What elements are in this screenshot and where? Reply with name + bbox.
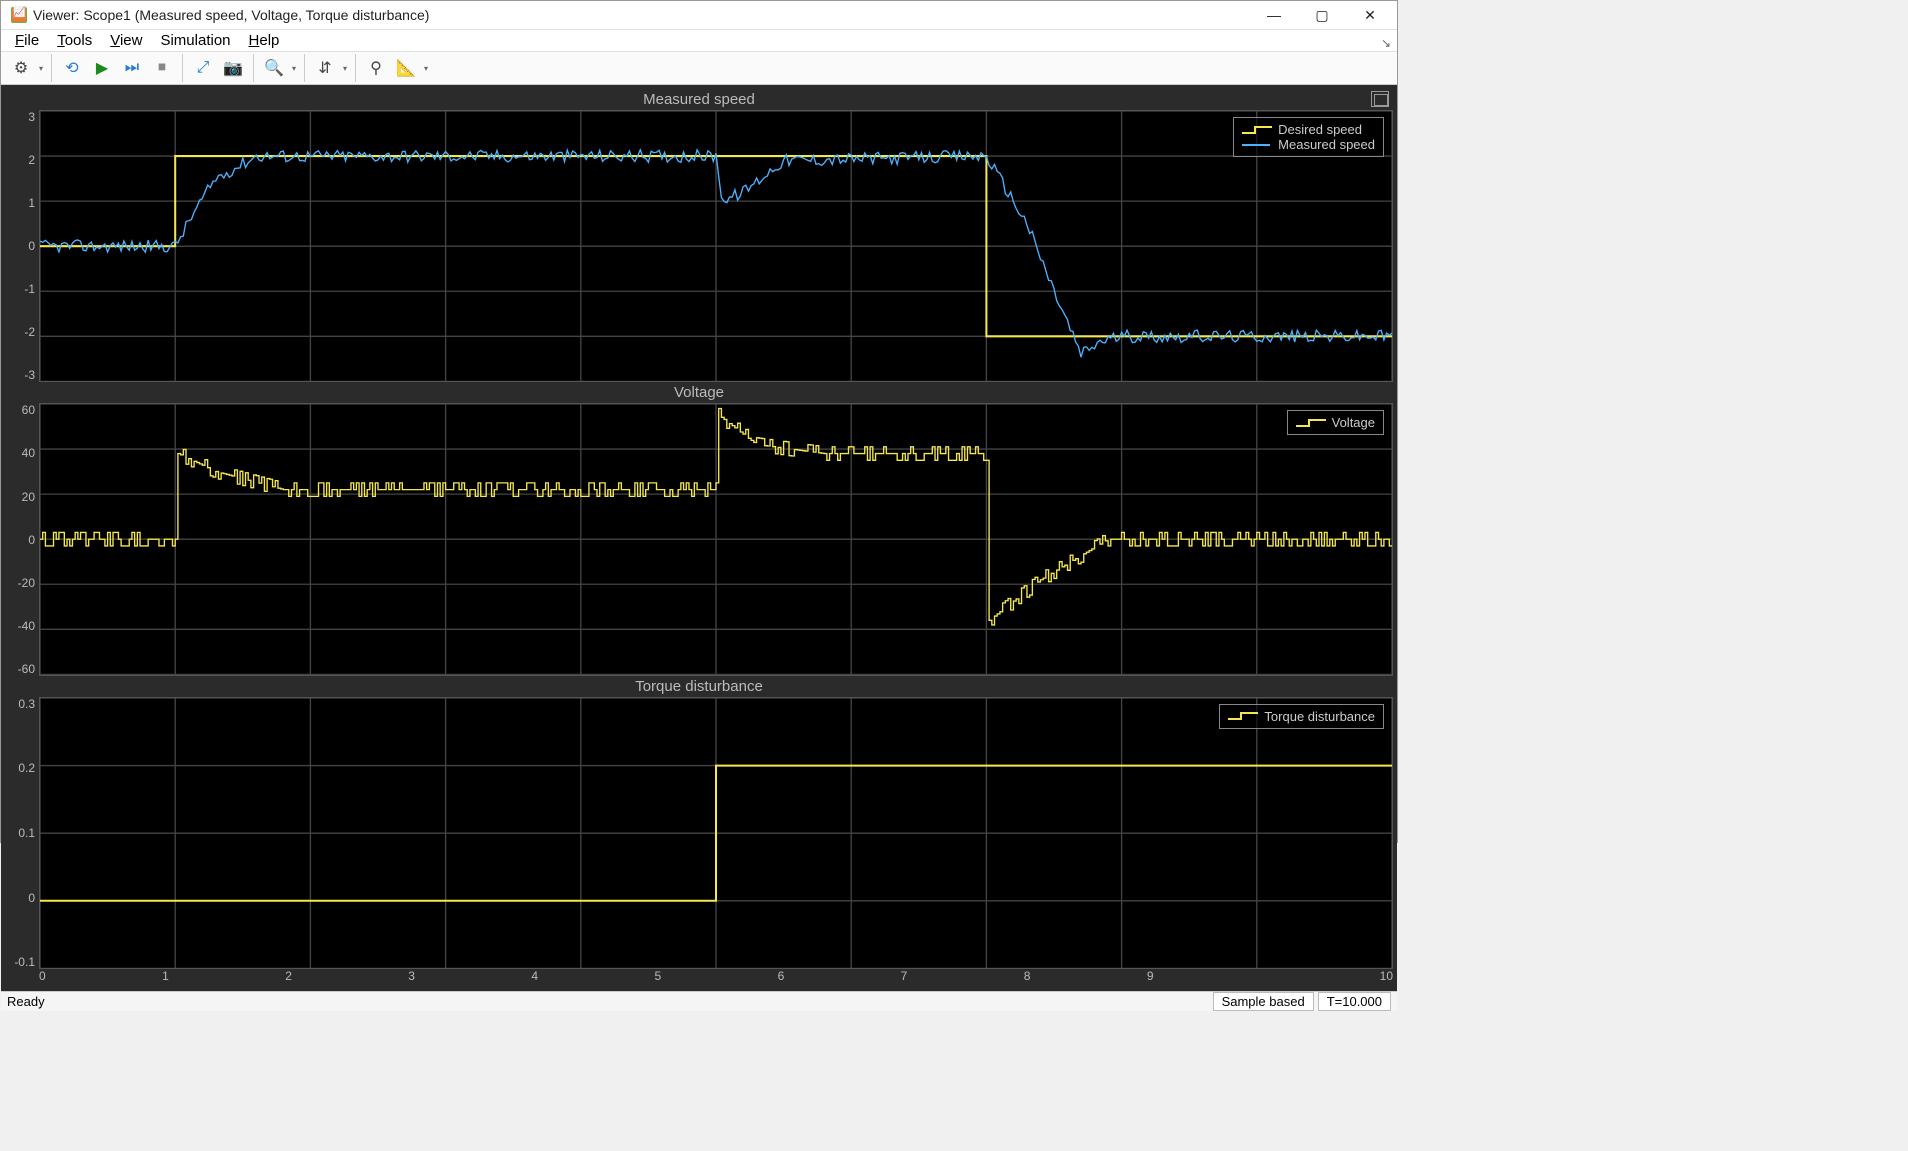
gear-icon[interactable]: ⚙ <box>7 54 35 82</box>
plot-title-3: Torque disturbance <box>5 676 1393 697</box>
status-ready: Ready <box>7 994 45 1009</box>
legend-2: Voltage <box>1287 410 1384 435</box>
yaxis-1: 3210-1-2-3 <box>5 110 39 382</box>
menu-overflow-icon[interactable]: ↘ <box>1381 36 1391 50</box>
menu-simulation[interactable]: Simulation <box>152 30 238 51</box>
minimize-button[interactable]: — <box>1251 1 1297 29</box>
plot-title-2: Voltage <box>5 382 1393 403</box>
cursor-measure-icon[interactable]: ⤢ <box>189 54 217 82</box>
legend-measured: Measured speed <box>1278 137 1375 152</box>
panel-voltage: Voltage 6040200-20-40-60 Voltage <box>5 382 1393 675</box>
legend-desired: Desired speed <box>1278 122 1362 137</box>
scope-window: Viewer: Scope1 (Measured speed, Voltage,… <box>0 0 1398 843</box>
zoom-icon[interactable]: 🔍 <box>260 54 288 82</box>
camera-icon[interactable]: 📷 <box>219 54 247 82</box>
play-icon[interactable]: ▶ <box>88 54 116 82</box>
maximize-axes-icon[interactable] <box>1371 91 1389 107</box>
panel-torque: Torque disturbance 0.30.20.10-0.1 Torque… <box>5 676 1393 969</box>
legend-1: Desired speed Measured speed <box>1233 117 1384 157</box>
yaxis-2: 6040200-20-40-60 <box>5 403 39 675</box>
plot-area-3[interactable]: Torque disturbance <box>39 697 1393 969</box>
menubar: File Tools View Simulation Help ↘ <box>1 30 1397 52</box>
plot-area-1[interactable]: Desired speed Measured speed <box>39 110 1393 382</box>
menu-tools[interactable]: Tools <box>49 30 100 51</box>
legend-torque: Torque disturbance <box>1264 709 1375 724</box>
step-forward-icon[interactable]: ⏭ <box>118 54 146 82</box>
restart-icon[interactable]: ⟲ <box>58 54 86 82</box>
menu-help[interactable]: Help <box>241 30 288 51</box>
maximize-button[interactable]: ▢ <box>1299 1 1345 29</box>
window-title: Viewer: Scope1 (Measured speed, Voltage,… <box>33 7 1251 23</box>
legend-voltage: Voltage <box>1332 415 1375 430</box>
plot-area-2[interactable]: Voltage <box>39 403 1393 675</box>
panel-measured-speed: Measured speed 3210-1-2-3 Desired speed … <box>5 89 1393 382</box>
triggers-icon[interactable]: ⚲ <box>362 54 390 82</box>
stop-icon[interactable]: ⏹ <box>148 54 176 82</box>
measurements-icon[interactable]: 📐 <box>392 54 420 82</box>
matlab-icon <box>11 7 27 23</box>
statusbar: Ready Sample based T=10.000 <box>1 991 1397 1011</box>
legend-3: Torque disturbance <box>1219 704 1384 729</box>
toolbar: ⚙ ⟲ ▶ ⏭ ⏹ ⤢ 📷 🔍 ⇵ ⚲ 📐 <box>1 52 1397 85</box>
status-sample: Sample based <box>1213 992 1314 1011</box>
close-button[interactable]: ✕ <box>1347 1 1393 29</box>
status-time: T=10.000 <box>1318 992 1391 1011</box>
menu-file[interactable]: File <box>7 30 47 51</box>
titlebar: Viewer: Scope1 (Measured speed, Voltage,… <box>1 1 1397 30</box>
xaxis: 012345678910 <box>5 969 1393 989</box>
plot-title-1: Measured speed <box>5 89 1393 110</box>
plots-container: Measured speed 3210-1-2-3 Desired speed … <box>1 85 1397 991</box>
yaxis-3: 0.30.20.10-0.1 <box>5 697 39 969</box>
menu-view[interactable]: View <box>102 30 150 51</box>
autoscale-icon[interactable]: ⇵ <box>311 54 339 82</box>
